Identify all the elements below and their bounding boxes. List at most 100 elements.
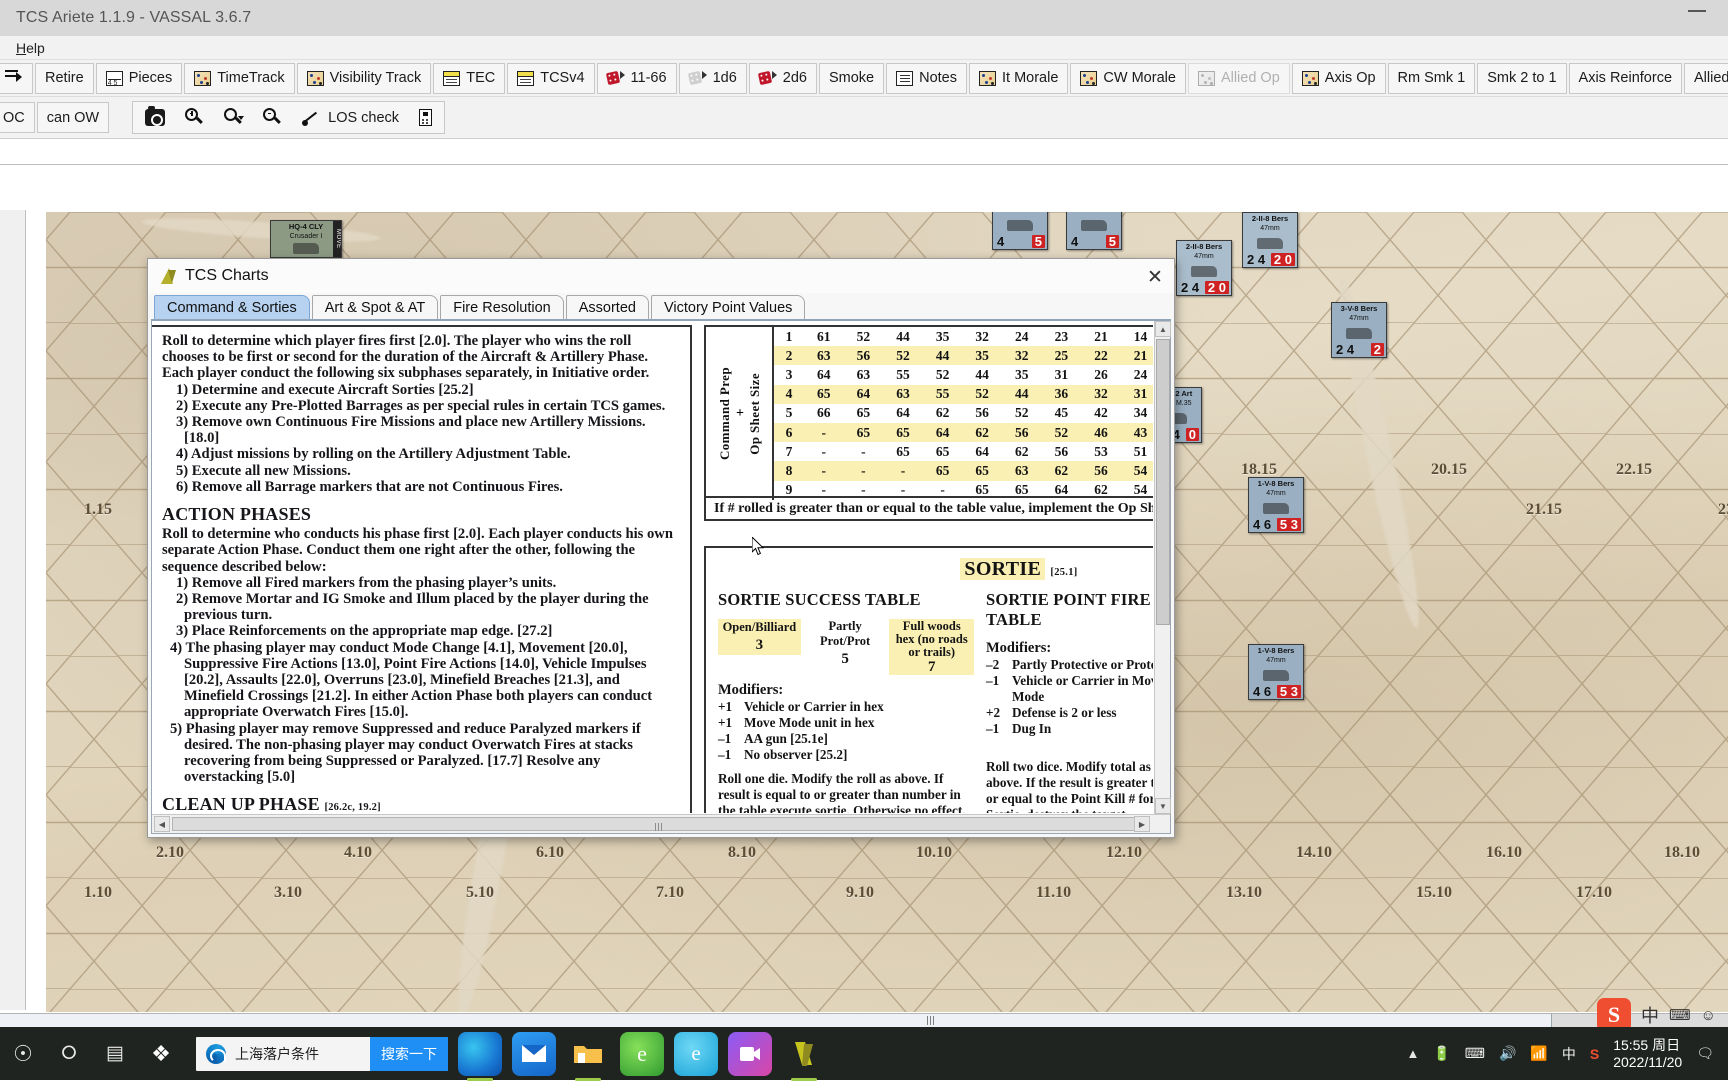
op-sheet-cell: 32 <box>975 328 989 344</box>
map-counter[interactable]: 2-II-8 Bers47mm45 <box>1066 212 1122 250</box>
taskbar-app-browser-360[interactable]: e <box>620 1031 664 1076</box>
map-counter[interactable]: 1-V-8 Bers 47mm 4 6 5 3 <box>1248 644 1304 700</box>
volume-icon[interactable]: 🔊 <box>1499 1045 1516 1062</box>
toolbar-button-retire[interactable]: Retire <box>35 62 94 94</box>
task-view-icon[interactable]: ▤ <box>92 1027 138 1080</box>
tab-victory-point-values[interactable]: Victory Point Values <box>650 295 806 319</box>
ime-language-indicator[interactable]: 中 <box>1641 1002 1659 1028</box>
keyboard-icon[interactable]: ⌨ <box>1465 1045 1485 1062</box>
taskbar-app-vassal[interactable] <box>782 1032 826 1081</box>
modifier-value: –2 <box>986 657 1000 672</box>
chart-scroll-viewport[interactable]: Roll to determine which player fires fir… <box>152 321 1153 813</box>
battery-icon[interactable]: 🔋 <box>1433 1045 1450 1062</box>
map-counter[interactable]: 3-V-8 Bers 47mm 2 4 2 <box>1331 302 1387 358</box>
sortie-col-open-billiard: Open/Billiard 3 <box>718 619 801 655</box>
tab-art-spot-at[interactable]: Art & Spot & AT <box>311 295 439 319</box>
map-left-gutter[interactable] <box>0 210 26 1010</box>
toolbar-button-rm-smk-1[interactable]: Rm Smk 1 <box>1387 62 1476 94</box>
toolbar-button-allied-reinforce[interactable]: Allied Reinforce <box>1684 62 1728 94</box>
map-counter[interactable]: HQ-4 CLY Crusader I MOVE <box>270 220 342 258</box>
toolbar-button-visibility-track[interactable]: Visibility Track <box>296 62 432 94</box>
hex-label: 17.10 <box>1576 884 1612 901</box>
network-icon[interactable]: 📶 <box>1530 1045 1547 1062</box>
tray-language[interactable]: 中 <box>1562 1044 1576 1064</box>
clock-date: 2022/11/20 <box>1613 1053 1683 1070</box>
toolbar-button-tec[interactable]: TEC <box>433 62 506 94</box>
map-counter[interactable]: 2-II-8 Bers 47mm 2 4 2 0 <box>1176 240 1232 296</box>
taskbar-app-2345[interactable]: e <box>674 1031 718 1076</box>
toolbar-button-smk-2-to-1[interactable]: Smk 2 to 1 <box>1477 62 1567 94</box>
toolbar-button-cw-morale[interactable]: CW Morale <box>1070 62 1186 94</box>
toolbar-button-screenshot[interactable] <box>136 102 174 133</box>
toolbar-button-can-ow[interactable]: can OW <box>36 102 110 133</box>
toolbar-button-zoom-in[interactable] <box>176 102 213 133</box>
search-input[interactable]: 上海落户条件 <box>235 1044 319 1064</box>
counter-values: 2 4 2 0 <box>1177 281 1231 295</box>
map-counter[interactable]: 1-V-8 Bers 47mm 4 6 5 3 <box>1248 477 1304 533</box>
tab-command-and-sorties[interactable]: Command & Sorties <box>154 295 310 319</box>
start-button[interactable]: ☉ <box>0 1027 46 1080</box>
chart-horizontal-scrollbar[interactable]: ◀ ▶ <box>152 814 1170 833</box>
map-scroll-thumb[interactable] <box>0 1014 1552 1027</box>
map-counter[interactable]: 2-II-8 Bers 47mm 2 4 2 0 <box>1242 212 1298 268</box>
tray-expand-icon[interactable]: ▲ <box>1406 1046 1419 1061</box>
tray-sogou-icon[interactable]: S <box>1590 1046 1599 1062</box>
scroll-left-icon[interactable]: ◀ <box>154 816 170 832</box>
toolbar-button-11-66[interactable]: 11-66 <box>596 62 677 94</box>
toolbar-button-2d6[interactable]: 2d6 <box>748 62 817 94</box>
close-icon[interactable]: ✕ <box>1144 266 1166 288</box>
minimize-button[interactable] <box>1688 10 1706 12</box>
toolbar-button-timetrack[interactable]: TimeTrack <box>184 62 295 94</box>
op-sheet-row-header: 8 <box>774 461 804 481</box>
menu-item-help[interactable]: Help <box>6 38 55 58</box>
toolbar-button-axis-op[interactable]: Axis Op <box>1291 62 1386 94</box>
ime-keyboard-icon[interactable]: ⌨ <box>1669 1006 1691 1024</box>
op-sheet-cell: 56 <box>1081 461 1121 481</box>
hex-label: 23.15 <box>1718 501 1728 518</box>
taskbar-app-mail[interactable] <box>512 1031 556 1076</box>
map-counter[interactable]: 2-II-8 Bers47mm45 <box>992 212 1048 250</box>
tab-fire-resolution[interactable]: Fire Resolution <box>440 295 564 319</box>
toolbar-button-axis-reinforce[interactable]: Axis Reinforce <box>1568 62 1683 94</box>
toolbar-button-it-morale[interactable]: It Morale <box>969 62 1069 94</box>
modifier-text: Vehicle or Carrier in Move Mode <box>1012 673 1153 704</box>
op-sheet-cell: 32 <box>1081 384 1121 404</box>
toolbar-button-1d6[interactable]: 1d6 <box>678 62 747 94</box>
toolbar-label: Rm Smk 1 <box>1397 70 1466 86</box>
cortana-icon[interactable]: ⭘ <box>46 1027 92 1080</box>
toolbar-button-notes[interactable]: Notes <box>886 62 967 94</box>
vertical-scroll-thumb[interactable] <box>1156 339 1170 625</box>
toolbar-button-zoom-select[interactable] <box>215 102 252 133</box>
taskbar-search-box[interactable]: 上海落户条件 搜索一下 <box>196 1036 448 1071</box>
clock[interactable]: 15:55 周日 2022/11/20 <box>1613 1037 1682 1071</box>
counter-vehicle-icon <box>293 243 319 254</box>
toolbar-button-zoom-out[interactable] <box>254 102 291 133</box>
counter-unit-id: 3-V-8 Bers <box>1340 304 1378 313</box>
chart-vertical-scrollbar[interactable]: ▲ ▼ <box>1154 321 1171 814</box>
op-sheet-cell: 56 <box>975 405 989 421</box>
toolbar-button-step[interactable] <box>0 62 33 94</box>
toolbar-button-tcsv4[interactable]: TCSv4 <box>507 62 595 94</box>
tab-assorted[interactable]: Assorted <box>565 295 649 319</box>
taskbar-app-edge[interactable] <box>458 1031 502 1081</box>
horizontal-scroll-thumb[interactable] <box>172 817 1142 831</box>
toolbar-button-los-check[interactable]: LOS check <box>293 102 408 133</box>
scroll-up-icon[interactable]: ▲ <box>1155 321 1171 337</box>
taskbar-app-explorer[interactable] <box>566 1032 610 1081</box>
snipaste-icon[interactable]: ❖ <box>138 1027 184 1080</box>
hex-label: 1.10 <box>84 884 112 901</box>
scroll-right-icon[interactable]: ▶ <box>1134 816 1150 832</box>
toolbar-button-dominoes[interactable] <box>410 102 441 133</box>
toolbar-button-oc[interactable]: OC <box>0 102 35 133</box>
tcs-charts-dialog[interactable]: TCS Charts ✕ Command & Sorties Art & Spo… <box>147 258 1175 838</box>
notifications-icon[interactable]: 🗨 <box>1696 1045 1714 1062</box>
dialog-title: TCS Charts <box>185 267 269 284</box>
toolbar-label: Smk 2 to 1 <box>1487 70 1557 86</box>
search-button[interactable]: 搜索一下 <box>370 1036 448 1071</box>
ime-menu-icon[interactable]: ☺ <box>1701 1007 1716 1024</box>
toolbar-button-smoke[interactable]: Smoke <box>818 62 885 94</box>
taskbar-app-media[interactable] <box>728 1031 772 1076</box>
scroll-down-icon[interactable]: ▼ <box>1155 798 1171 814</box>
toolbar-button-pieces[interactable]: Pieces <box>95 62 183 94</box>
map-horizontal-scrollbar[interactable] <box>0 1013 1728 1027</box>
